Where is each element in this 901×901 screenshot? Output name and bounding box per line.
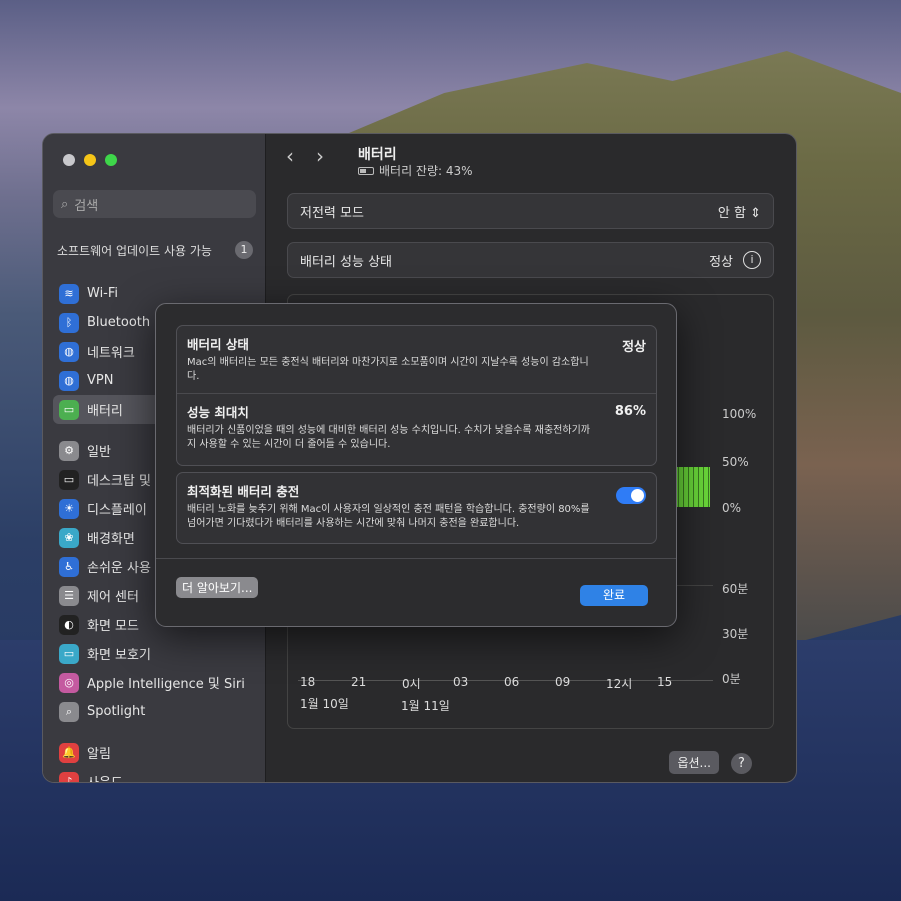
low-power-mode-row: 저전력 모드 안 함 ⇕ <box>287 193 774 229</box>
software-update-label: 소프트웨어 업데이트 사용 가능 <box>57 243 212 258</box>
spotlight-icon: ⌕ <box>59 701 79 722</box>
sidebar-item-label: VPN <box>87 373 114 388</box>
capacity-value: 86% <box>614 404 646 419</box>
sidebar-item-label: 화면 모드 <box>87 619 139 634</box>
battery-level-text: 배터리 잔량: 43% <box>379 164 473 178</box>
learn-more-button[interactable]: 더 알아보기... <box>176 577 259 598</box>
chevron-updown-icon: ⇕ <box>750 205 761 221</box>
sidebar-item-sound[interactable]: ♪ 사운드 <box>53 767 256 782</box>
sidebar-item-label: 화면 보호기 <box>87 648 151 663</box>
siri-icon: ◎ <box>59 672 79 693</box>
health-label: 배터리 성능 상태 <box>300 254 392 270</box>
update-count-badge: 1 <box>235 241 253 259</box>
x-tick-label: 21 <box>351 675 367 689</box>
health-value: 정상 <box>709 254 733 270</box>
close-button[interactable] <box>63 154 75 166</box>
x-tick-label: 12시 <box>606 677 633 691</box>
window-controls <box>63 154 117 166</box>
health-card: 배터리 상태 정상 Mac의 배터리는 모든 충전식 배터리와 마찬가지로 소모… <box>176 325 657 466</box>
forward-button[interactable]: › <box>316 144 324 168</box>
x-tick-label: 03 <box>453 675 469 689</box>
sidebar-item-label: 일반 <box>87 445 111 460</box>
sidebar-item-label: Bluetooth <box>87 315 151 330</box>
divider <box>156 558 676 559</box>
wallpaper-icon: ❀ <box>59 527 79 548</box>
info-button[interactable]: i <box>743 251 761 269</box>
sidebar-item-label: 디스플레이 <box>87 503 147 518</box>
low-power-value: 안 함 <box>717 205 746 221</box>
low-power-select[interactable]: 안 함 ⇕ <box>718 202 761 221</box>
x-tick-label: 15 <box>657 675 673 689</box>
usage-axis-30: 30분 <box>722 627 749 641</box>
battery-icon: ▭ <box>59 399 79 420</box>
software-update-item[interactable]: 소프트웨어 업데이트 사용 가능 1 <box>57 241 253 259</box>
dock-icon: ▭ <box>59 469 79 490</box>
help-button[interactable]: ? <box>731 753 752 774</box>
level-axis-0: 0% <box>722 501 742 515</box>
usage-axis-60: 60분 <box>722 582 749 596</box>
options-button[interactable]: 옵션... <box>669 751 719 774</box>
x-tick-label: 18 <box>300 675 316 689</box>
sidebar-item-label: 배경화면 <box>87 532 135 547</box>
optimized-charging-card: 최적화된 배터리 충전 배터리 노화를 늦추기 위해 Mac이 사용자의 일상적… <box>176 472 657 544</box>
level-axis-100: 100% <box>722 407 757 421</box>
sidebar-item-label: 네트워크 <box>87 346 135 361</box>
minimize-button[interactable] <box>84 154 96 166</box>
sidebar-item-label: 알림 <box>87 747 111 762</box>
search-input[interactable]: ⌕ 검색 <box>53 190 256 218</box>
level-axis-50: 50% <box>722 455 749 469</box>
optimized-desc: 배터리 노화를 늦추기 위해 Mac이 사용자의 일상적인 충전 패턴을 학습합… <box>187 504 590 529</box>
done-button[interactable]: 완료 <box>580 585 648 606</box>
search-placeholder: 검색 <box>74 198 99 214</box>
optimized-title: 최적화된 배터리 충전 <box>187 484 300 499</box>
sidebar-item-label: Wi-Fi <box>87 286 119 301</box>
gear-icon: ⚙ <box>59 440 79 461</box>
x-tick-label: 0시 <box>402 677 421 691</box>
accessibility-icon: ♿ <box>59 556 79 577</box>
capacity-title: 성능 최대치 <box>187 405 249 420</box>
wifi-icon: ≋ <box>59 283 79 304</box>
sidebar-item-siri[interactable]: ◎ Apple Intelligence 및 Siri <box>53 668 256 697</box>
battery-level-status: 배터리 잔량: 43% <box>358 162 473 179</box>
battery-health-row: 배터리 성능 상태 정상 i <box>287 242 774 278</box>
sidebar-item-label: 사운드 <box>87 772 123 782</box>
sidebar-item-screensaver[interactable]: ▭ 화면 보호기 <box>53 639 256 668</box>
globe-icon: ◍ <box>59 341 79 362</box>
date-label: 1월 10일 <box>300 697 349 711</box>
capacity-desc: 배터리가 신품이었을 때의 성능에 대비한 배터리 성능 수치입니다. 수치가 … <box>187 425 590 450</box>
control-center-icon: ☰ <box>59 585 79 606</box>
date-label: 1월 11일 <box>401 699 450 713</box>
search-icon: ⌕ <box>61 196 69 212</box>
appearance-icon: ◐ <box>59 614 79 635</box>
low-power-label: 저전력 모드 <box>300 205 364 221</box>
battery-health-dialog: 배터리 상태 정상 Mac의 배터리는 모든 충전식 배터리와 마찬가지로 소모… <box>155 303 677 627</box>
optimized-charging-toggle[interactable] <box>616 487 646 504</box>
status-title: 배터리 상태 <box>187 337 249 352</box>
sound-icon: ♪ <box>59 771 79 782</box>
x-tick-label: 09 <box>555 675 571 689</box>
sidebar-item-label: Apple Intelligence 및 Siri <box>87 677 245 692</box>
bluetooth-icon: ᛒ <box>59 312 79 333</box>
page-title: 배터리 <box>358 147 397 163</box>
battery-level-bar <box>674 467 710 507</box>
sidebar-item-label: 배터리 <box>87 404 123 419</box>
status-value: 정상 <box>622 340 646 355</box>
display-icon: ☀ <box>59 498 79 519</box>
vpn-globe-icon: ◍ <box>59 370 79 391</box>
bell-icon: 🔔 <box>59 742 79 763</box>
zoom-button[interactable] <box>105 154 117 166</box>
back-button[interactable]: ‹ <box>286 144 294 168</box>
battery-icon <box>358 166 374 175</box>
status-desc: Mac의 배터리는 모든 충전식 배터리와 마찬가지로 소모품이며 시간이 지날… <box>187 357 589 382</box>
sidebar-item-spotlight[interactable]: ⌕ Spotlight <box>53 697 256 726</box>
sidebar-item-label: 제어 센터 <box>87 590 139 605</box>
sidebar-item-label: Spotlight <box>87 704 146 719</box>
screensaver-icon: ▭ <box>59 643 79 664</box>
sidebar-item-label: 손쉬운 사용 <box>87 561 151 576</box>
sidebar-item-bell[interactable]: 🔔 알림 <box>53 738 256 767</box>
x-tick-label: 06 <box>504 675 520 689</box>
usage-axis-0: 0분 <box>722 672 741 686</box>
